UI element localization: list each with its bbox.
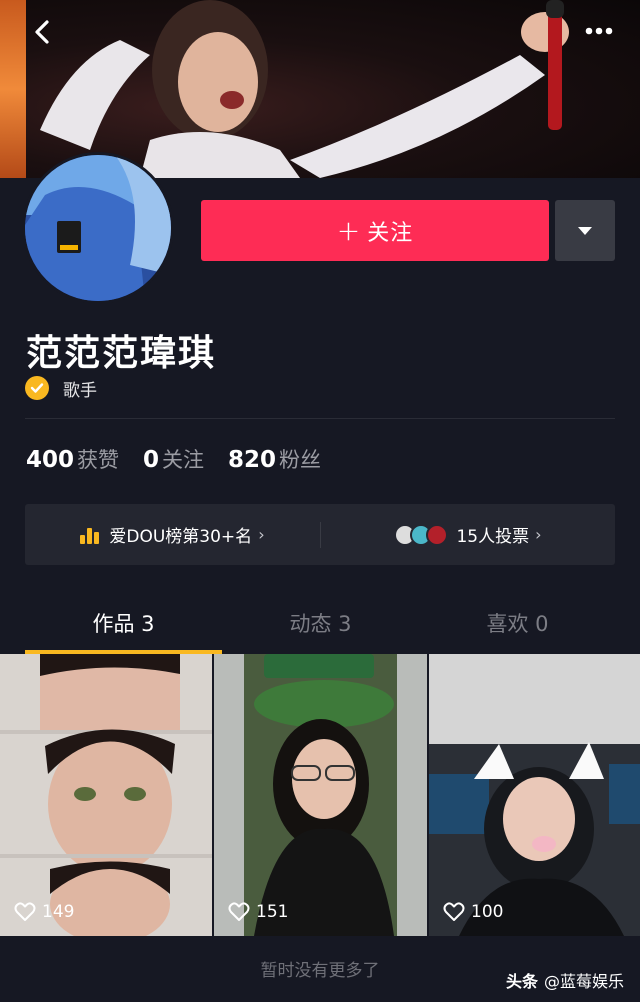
tab-label: 动态 3 (289, 612, 352, 636)
profile-name: 范范范瑋琪 (26, 333, 217, 374)
chevron-right-icon: › (535, 525, 542, 544)
tab-works[interactable]: 作品 3 (25, 592, 222, 654)
stat-number: 0 (143, 447, 160, 473)
tab-activity[interactable]: 动态 3 (222, 592, 419, 654)
chevron-right-icon: › (258, 525, 265, 544)
stat-label: 获赞 (77, 448, 120, 472)
voter-avatars (394, 523, 449, 546)
rank-bars-icon (80, 526, 101, 544)
watermark: 头条 @蓝莓娱乐 (506, 968, 624, 992)
like-count: 151 (228, 902, 288, 922)
stat-fans[interactable]: 820 粉丝 (228, 444, 321, 474)
like-count-value: 151 (256, 902, 289, 922)
stat-likes[interactable]: 400 获赞 (26, 444, 119, 474)
avatar[interactable] (22, 152, 174, 304)
stat-label: 粉丝 (279, 448, 322, 472)
heart-icon (443, 902, 465, 921)
verified-check-icon (25, 376, 49, 400)
idol-rank-panel: 爱DOU榜第30+名 › 15人投票 › (25, 504, 615, 565)
stat-following[interactable]: 0 关注 (143, 444, 204, 474)
follow-label: 关注 (367, 220, 414, 246)
video-thumbnail-image (0, 654, 212, 936)
more-button[interactable] (578, 16, 620, 46)
heart-icon (14, 902, 36, 921)
stat-number: 400 (26, 447, 75, 473)
recommend-dropdown-button[interactable] (555, 200, 615, 261)
follow-button[interactable]: + 关注 (201, 200, 549, 261)
stats-row: 400 获赞 0 关注 820 粉丝 (26, 444, 345, 474)
stat-label: 关注 (162, 448, 205, 472)
like-count-value: 149 (42, 902, 75, 922)
profile-tabs: 作品 3 动态 3 喜欢 0 (0, 592, 640, 654)
chevron-left-icon (35, 20, 49, 44)
more-dots-icon (585, 27, 613, 35)
back-button[interactable] (22, 14, 62, 50)
voter-avatar (426, 523, 449, 546)
video-thumbnail-image (214, 654, 427, 936)
triangle-down-icon (578, 226, 592, 235)
plus-icon: + (336, 214, 362, 247)
verification-label: 歌手 (63, 380, 97, 401)
tab-likes[interactable]: 喜欢 0 (419, 592, 616, 654)
heart-icon (228, 902, 250, 921)
watermark-brand: 头条 (505, 972, 538, 991)
stat-number: 820 (228, 447, 277, 473)
watermark-handle: @蓝莓娱乐 (543, 972, 624, 991)
video-grid: 149 151 100 (0, 654, 640, 936)
video-thumbnail[interactable]: 100 (429, 654, 640, 936)
rank-link[interactable]: 爱DOU榜第30+名 › (25, 522, 320, 547)
video-thumbnail[interactable]: 151 (214, 654, 427, 936)
like-count-value: 100 (471, 902, 504, 922)
like-count: 149 (14, 902, 74, 922)
votes-link[interactable]: 15人投票 › (321, 522, 615, 547)
tab-label: 喜欢 0 (486, 612, 549, 636)
like-count: 100 (443, 902, 503, 922)
divider (25, 418, 615, 419)
votes-label: 15人投票 (456, 527, 530, 547)
video-thumbnail[interactable]: 149 (0, 654, 212, 936)
verification-row: 歌手 (25, 375, 97, 401)
tab-label: 作品 3 (92, 612, 155, 636)
video-thumbnail-image (429, 654, 640, 936)
avatar-image (25, 155, 171, 301)
rank-label: 爱DOU榜第30+名 (109, 527, 253, 547)
